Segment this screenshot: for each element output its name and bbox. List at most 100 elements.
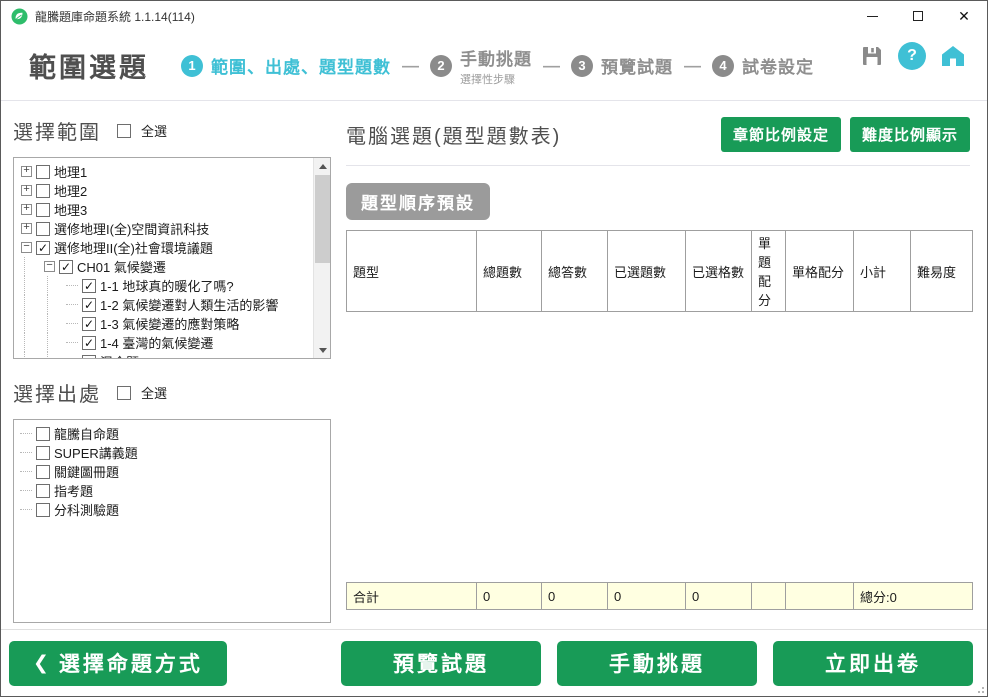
step-3[interactable]: 3預覽試題 bbox=[571, 53, 673, 78]
tree-indent bbox=[24, 352, 43, 359]
tree-item[interactable]: +選修地理I(全)空間資訊科技 bbox=[20, 219, 310, 238]
tree-connector bbox=[66, 304, 78, 305]
app-logo-icon bbox=[11, 8, 28, 25]
source-select-all-checkbox[interactable] bbox=[117, 386, 131, 400]
list-item[interactable]: 分科測驗題 bbox=[20, 500, 324, 519]
list-item-label: 指考題 bbox=[54, 481, 93, 500]
resize-grip[interactable] bbox=[976, 685, 984, 693]
checkbox[interactable] bbox=[36, 484, 50, 498]
app-window: 龍騰題庫命題系統 1.1.14(114) ✕ 範圍選題 1範圍、出處、題型題數 —… bbox=[0, 0, 988, 697]
summary-selected-questions: 0 bbox=[608, 583, 686, 610]
header-icons: ? bbox=[860, 42, 966, 70]
column-header: 難易度 bbox=[911, 231, 973, 312]
page-title: 範圍選題 bbox=[29, 46, 149, 85]
list-item[interactable]: 關鍵圖冊題 bbox=[20, 462, 324, 481]
checkbox[interactable] bbox=[36, 165, 50, 179]
step-label-text: 預覽試題 bbox=[601, 53, 673, 78]
list-item[interactable]: SUPER講義題 bbox=[20, 443, 324, 462]
scope-tree-scrollbar[interactable] bbox=[313, 158, 330, 358]
tree-item-label: 地理2 bbox=[54, 181, 87, 200]
step-sublabel: 選擇性步驟 bbox=[460, 71, 532, 87]
checkbox[interactable]: ✓ bbox=[82, 317, 96, 331]
checkbox[interactable]: ✓ bbox=[36, 241, 50, 255]
expand-plus-icon[interactable]: + bbox=[21, 166, 32, 177]
summary-selected-cells: 0 bbox=[686, 583, 752, 610]
chapter-ratio-button[interactable]: 章節比例設定 bbox=[721, 117, 841, 152]
manual-pick-button[interactable]: 手動挑題 bbox=[557, 641, 757, 686]
wizard-header: 範圍選題 1範圍、出處、題型題數—2手動挑題選擇性步驟—3預覽試題—4試卷設定 … bbox=[1, 31, 987, 101]
back-button-label: 選擇命題方式 bbox=[59, 648, 203, 678]
step-separator: — bbox=[543, 56, 560, 76]
checkbox[interactable] bbox=[36, 503, 50, 517]
column-header: 單題配分 bbox=[752, 231, 786, 312]
checkbox[interactable] bbox=[36, 203, 50, 217]
source-section-title: 選擇出處 bbox=[13, 378, 101, 407]
tree-item[interactable]: +地理3 bbox=[20, 200, 310, 219]
help-icon[interactable]: ? bbox=[898, 42, 926, 70]
collapse-minus-icon[interactable]: − bbox=[21, 242, 32, 253]
close-button[interactable]: ✕ bbox=[941, 1, 987, 31]
tree-connector bbox=[66, 323, 78, 324]
minimize-button[interactable] bbox=[849, 1, 895, 31]
home-icon[interactable] bbox=[940, 44, 966, 68]
scroll-up-icon[interactable] bbox=[314, 158, 331, 174]
source-select-all[interactable]: 全選 bbox=[117, 383, 167, 402]
expand-plus-icon[interactable]: + bbox=[21, 185, 32, 196]
expand-plus-icon[interactable]: + bbox=[21, 204, 32, 215]
checkbox[interactable] bbox=[36, 184, 50, 198]
generate-button[interactable]: 立即出卷 bbox=[773, 641, 973, 686]
tree-item[interactable]: −✓CH01 氣候變遷 bbox=[20, 257, 310, 276]
tree-item-label: 1-3 氣候變遷的應對策略 bbox=[100, 314, 239, 333]
expand-plus-icon[interactable]: + bbox=[21, 223, 32, 234]
checkbox[interactable]: ✓ bbox=[59, 260, 73, 274]
source-select-all-label: 全選 bbox=[141, 383, 167, 402]
column-header: 單格配分 bbox=[786, 231, 854, 312]
tree-indent bbox=[24, 276, 43, 295]
step-number: 4 bbox=[712, 55, 734, 77]
computer-selection-title: 電腦選題(題型題數表) bbox=[346, 120, 721, 149]
scroll-down-icon[interactable] bbox=[314, 342, 331, 358]
tree-indent bbox=[47, 333, 66, 352]
tree-item[interactable]: +地理1 bbox=[20, 162, 310, 181]
checkbox[interactable] bbox=[36, 427, 50, 441]
tree-item[interactable]: ✓ 1-4 臺灣的氣候變遷 bbox=[20, 333, 310, 352]
type-order-button[interactable]: 題型順序預設 bbox=[346, 183, 490, 220]
tree-connector bbox=[20, 490, 32, 491]
list-item[interactable]: 指考題 bbox=[20, 481, 324, 500]
app-title: 龍騰題庫命題系統 1.1.14(114) bbox=[35, 8, 195, 25]
tree-item[interactable]: + 地理2 bbox=[20, 181, 310, 200]
step-4[interactable]: 4試卷設定 bbox=[712, 53, 814, 78]
save-icon[interactable] bbox=[860, 44, 884, 68]
checkbox[interactable] bbox=[36, 446, 50, 460]
back-button[interactable]: ❮ 選擇命題方式 bbox=[9, 641, 227, 686]
checkbox[interactable]: ✓ bbox=[82, 298, 96, 312]
preview-button[interactable]: 預覽試題 bbox=[341, 641, 541, 686]
tree-indent bbox=[24, 257, 43, 276]
tree-item[interactable]: ✓混合題 bbox=[20, 352, 310, 359]
summary-per-cell-score bbox=[786, 583, 854, 610]
checkbox[interactable] bbox=[36, 465, 50, 479]
column-header: 題型 bbox=[347, 231, 477, 312]
collapse-minus-icon[interactable]: − bbox=[44, 261, 55, 272]
tree-item[interactable]: ✓1-2 氣候變遷對人類生活的影響 bbox=[20, 295, 310, 314]
list-item-label: 關鍵圖冊題 bbox=[54, 462, 119, 481]
maximize-button[interactable] bbox=[895, 1, 941, 31]
list-item[interactable]: 龍騰自命題 bbox=[20, 424, 324, 443]
tree-item[interactable]: ✓ 1-3 氣候變遷的應對策略 bbox=[20, 314, 310, 333]
tree-item[interactable]: −✓選修地理II(全)社會環境議題 bbox=[20, 238, 310, 257]
checkbox[interactable]: ✓ bbox=[82, 336, 96, 350]
checkbox[interactable] bbox=[36, 222, 50, 236]
scope-select-all[interactable]: 全選 bbox=[117, 121, 167, 140]
step-1[interactable]: 1範圍、出處、題型題數 bbox=[181, 53, 391, 78]
scope-select-all-checkbox[interactable] bbox=[117, 124, 131, 138]
step-label: 手動挑題選擇性步驟 bbox=[460, 45, 532, 87]
checkbox[interactable]: ✓ bbox=[82, 355, 96, 360]
difficulty-ratio-button[interactable]: 難度比例顯示 bbox=[850, 117, 970, 152]
tree-item[interactable]: ✓1-1 地球真的暖化了嗎? bbox=[20, 276, 310, 295]
checkbox[interactable]: ✓ bbox=[82, 279, 96, 293]
tree-item-label: 1-4 臺灣的氣候變遷 bbox=[100, 333, 213, 352]
scrollbar-thumb[interactable] bbox=[315, 175, 330, 263]
step-label-text: 範圍、出處、題型題數 bbox=[211, 53, 391, 78]
step-2[interactable]: 2手動挑題選擇性步驟 bbox=[430, 45, 532, 87]
title-bar: 龍騰題庫命題系統 1.1.14(114) ✕ bbox=[1, 1, 987, 31]
